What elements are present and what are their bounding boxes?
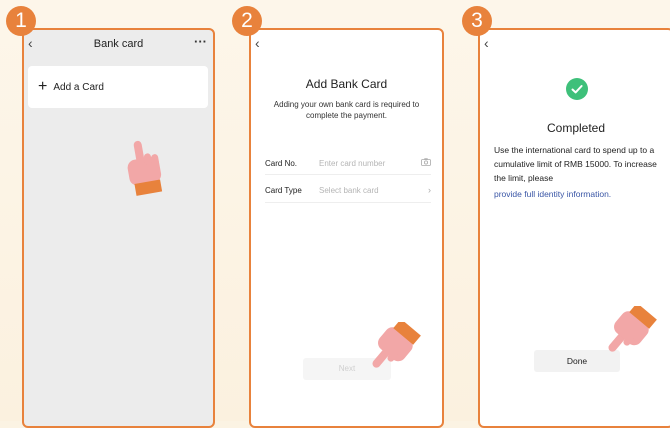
phone-screen-bank-card: ‹ Bank card ··· + Add a Card	[22, 28, 215, 428]
pointing-hand-icon	[596, 302, 658, 369]
back-arrow-icon[interactable]: ‹	[484, 35, 489, 51]
add-card-button[interactable]: + Add a Card	[28, 66, 208, 108]
card-type-label: Card Type	[265, 185, 302, 195]
step-badge-1: 1	[6, 6, 36, 36]
camera-icon[interactable]	[421, 158, 431, 168]
card-number-input[interactable]: Enter card number	[319, 159, 421, 168]
back-arrow-icon[interactable]: ‹	[255, 35, 260, 51]
more-options-icon[interactable]: ···	[194, 34, 207, 49]
chevron-right-icon: ›	[428, 185, 431, 195]
page-subtitle: Adding your own bank card is required to…	[273, 100, 420, 120]
card-type-row[interactable]: Card Type Select bank card ›	[265, 183, 431, 197]
card-type-select[interactable]: Select bank card	[319, 186, 428, 195]
pointing-hand-icon	[360, 318, 422, 385]
add-card-label: Add a Card	[53, 81, 104, 93]
identity-info-link[interactable]: provide full identity information.	[494, 189, 611, 199]
divider	[265, 202, 431, 203]
check-circle-icon	[566, 78, 588, 100]
page-title: Bank card	[93, 38, 144, 50]
step-badge-2: 2	[232, 6, 262, 36]
limit-message: Use the international card to spend up t…	[494, 145, 657, 183]
page-title: Completed	[546, 121, 606, 135]
page-title: Add Bank Card	[305, 77, 388, 91]
plus-icon: +	[38, 78, 48, 95]
divider	[265, 174, 431, 175]
pointing-hand-icon	[122, 138, 168, 205]
card-number-row[interactable]: Card No. Enter card number	[265, 156, 431, 170]
card-number-label: Card No.	[265, 158, 298, 168]
step-badge-3: 3	[462, 6, 492, 36]
